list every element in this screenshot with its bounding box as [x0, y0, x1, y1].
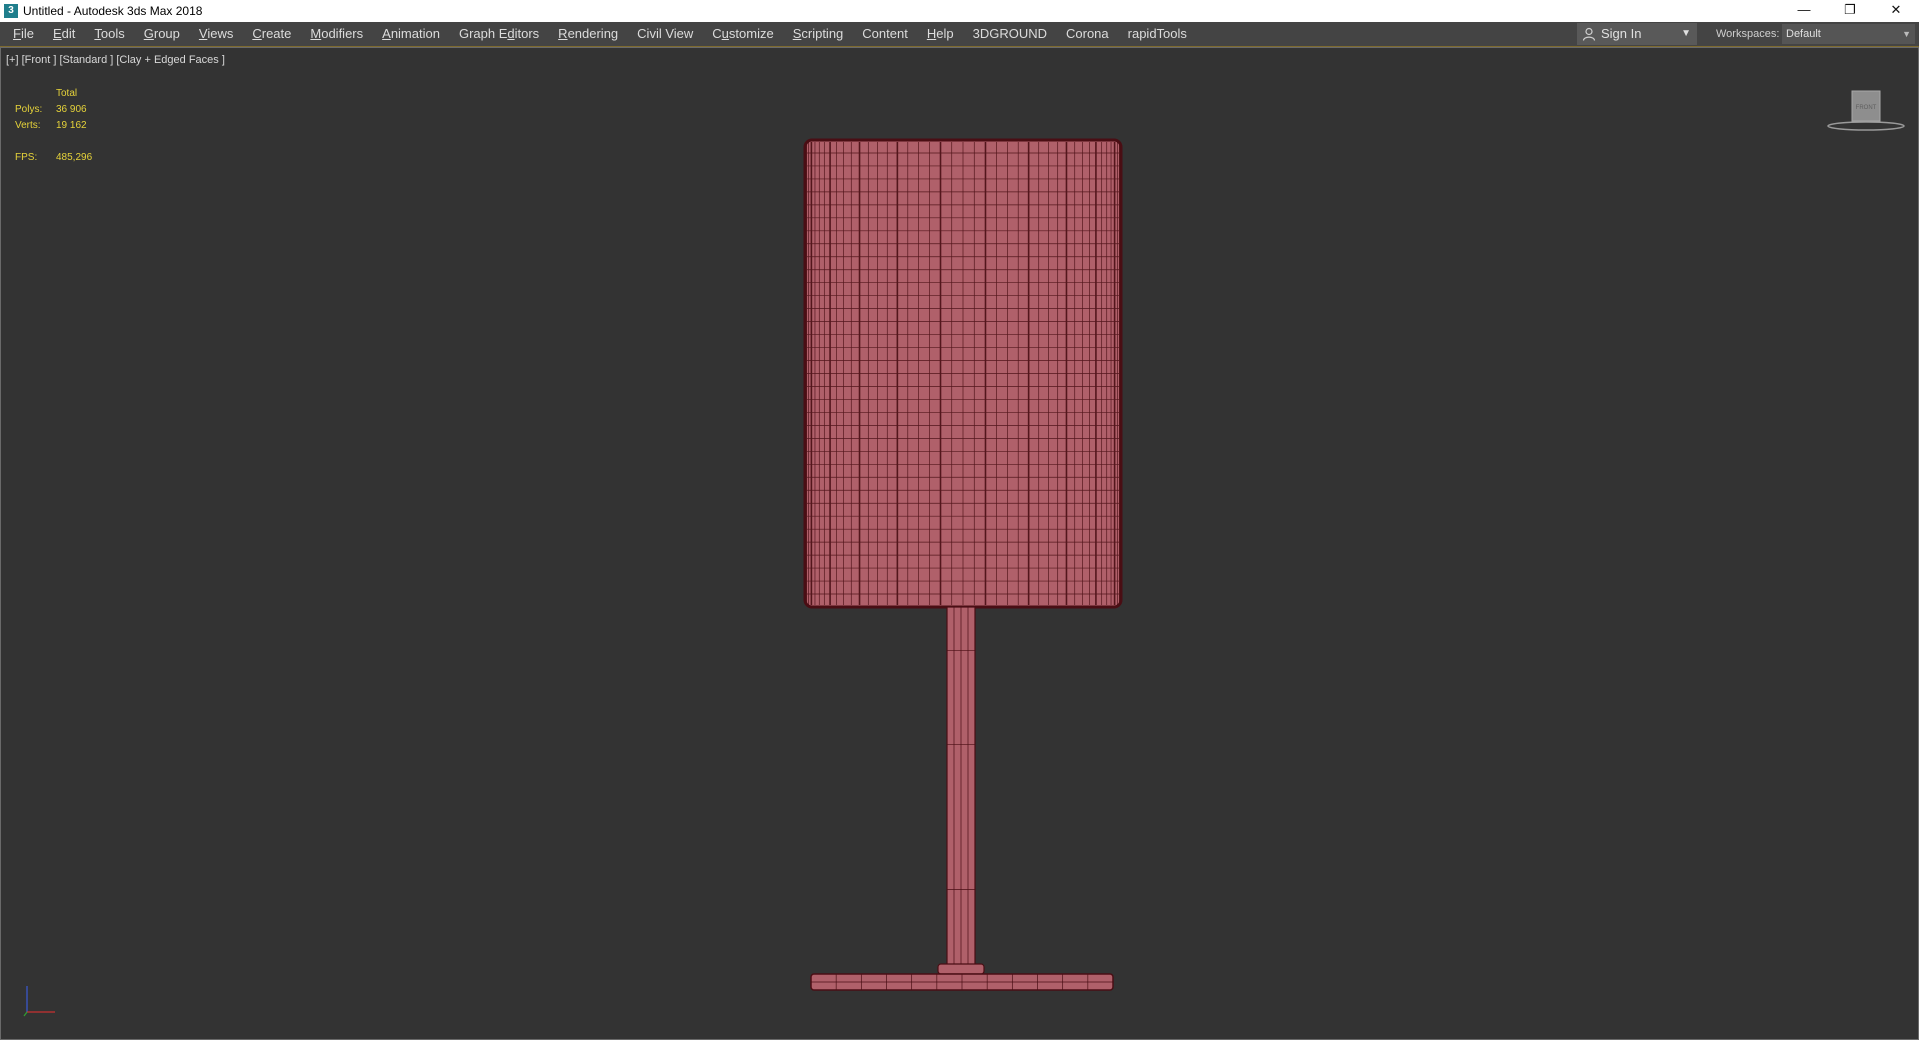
menu-item[interactable]: rapidTools	[1121, 22, 1199, 46]
menu-item[interactable]: Group	[137, 22, 192, 46]
menu-item[interactable]: Scripting	[786, 22, 856, 46]
menu-bar: File Edit Tools Group Views Create Modifiers An…	[0, 22, 1919, 47]
viewcube[interactable]: FRONT	[1821, 86, 1911, 136]
menu-item[interactable]: Edit	[46, 22, 87, 46]
title-bar: 3 Untitled - Autodesk 3ds Max 2018 — ❐ ✕	[0, 0, 1919, 22]
restore-button[interactable]: ❐	[1827, 0, 1873, 22]
verts-label: Verts:	[15, 120, 41, 131]
stats-total-header: Total	[56, 88, 78, 99]
app-3dsmax-icon[interactable]: 3	[4, 4, 18, 18]
lamp-model	[803, 138, 1123, 991]
verts-value: 19 162	[56, 120, 87, 131]
close-button[interactable]: ✕	[1873, 0, 1919, 22]
workspaces-label: Workspaces:	[1716, 28, 1780, 40]
user-icon	[1582, 27, 1596, 41]
menu-item[interactable]: Modifiers	[303, 22, 375, 46]
lamp-collar	[937, 963, 985, 975]
menu-item[interactable]: Create	[245, 22, 303, 46]
menu-items: File Edit Tools Group Views Create Modifiers An…	[6, 22, 1199, 46]
menu-item[interactable]: Content	[855, 22, 920, 46]
fps-label: FPS:	[15, 152, 38, 163]
front-viewport[interactable]: [+] [Front ] [Standard ] [Clay + Edged F…	[0, 47, 1919, 1040]
menu-item[interactable]: Help	[920, 22, 966, 46]
menu-item[interactable]: Graph Editors	[452, 22, 551, 46]
menu-item[interactable]: Views	[192, 22, 245, 46]
menu-item[interactable]: Civil View	[630, 22, 705, 46]
workspaces-select[interactable]: Default ▼	[1782, 24, 1915, 44]
window-title: Untitled - Autodesk 3ds Max 2018	[23, 4, 203, 18]
fps-value: 485,296	[56, 152, 93, 163]
chevron-down-icon: ▼	[1681, 28, 1691, 39]
minimize-button[interactable]: —	[1781, 0, 1827, 22]
viewcube-compass-ring[interactable]	[1827, 121, 1905, 131]
viewcube-face-label: FRONT	[1856, 105, 1877, 111]
workspaces-value: Default	[1786, 28, 1821, 40]
sign-in-label: Sign In	[1601, 26, 1642, 41]
chevron-down-icon: ▼	[1902, 29, 1911, 39]
polys-label: Polys:	[15, 104, 43, 115]
menu-item[interactable]: 3DGROUND	[966, 22, 1059, 46]
scene-canvas	[803, 138, 1123, 991]
viewport-label-menu[interactable]: [+] [Front ] [Standard ] [Clay + Edged F…	[6, 54, 225, 66]
menu-item[interactable]: Rendering	[551, 22, 630, 46]
menu-item[interactable]: Customize	[705, 22, 785, 46]
menu-item[interactable]: Animation	[375, 22, 452, 46]
polys-value: 36 906	[56, 104, 87, 115]
sign-in-dropdown[interactable]: Sign In ▼	[1577, 23, 1697, 45]
menu-item[interactable]: File	[6, 22, 46, 46]
menu-item[interactable]: Tools	[87, 22, 136, 46]
axis-tripod-icon	[23, 986, 55, 1017]
menu-item[interactable]: Corona	[1059, 22, 1121, 46]
